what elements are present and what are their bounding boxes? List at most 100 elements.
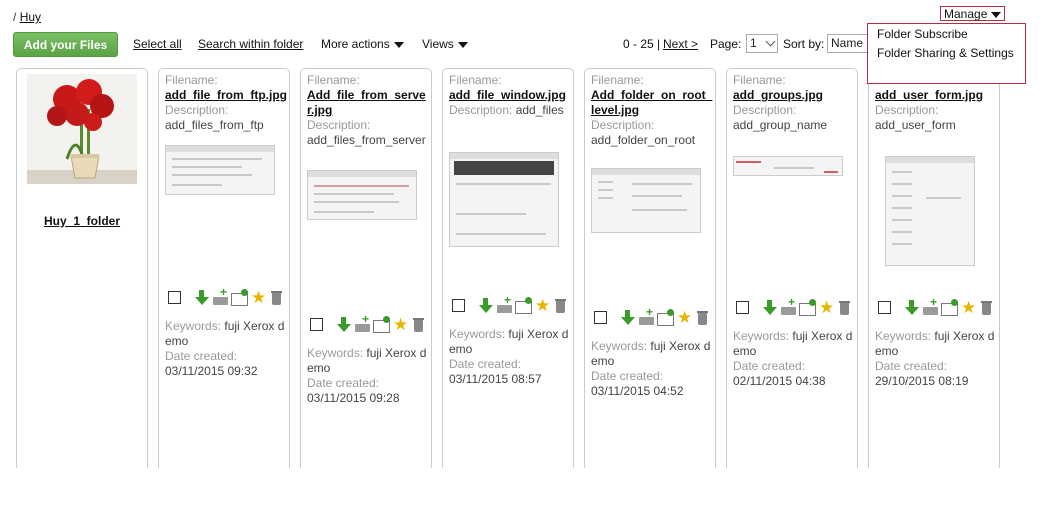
select-checkbox[interactable] bbox=[168, 291, 181, 304]
menu-item-folder-subscribe[interactable]: Folder Subscribe bbox=[877, 27, 1016, 42]
email-icon[interactable] bbox=[373, 316, 390, 333]
file-thumbnail[interactable] bbox=[885, 156, 975, 266]
views-label: Views bbox=[422, 37, 454, 51]
more-actions-label: More actions bbox=[321, 37, 390, 51]
star-icon[interactable]: ★ bbox=[393, 316, 410, 333]
email-icon[interactable] bbox=[657, 309, 674, 326]
email-icon[interactable] bbox=[515, 297, 532, 314]
star-icon[interactable]: ★ bbox=[961, 299, 978, 316]
add-to-basket-icon[interactable] bbox=[780, 295, 797, 316]
file-card: Filename: add_file_window.jpg Descriptio… bbox=[442, 68, 574, 468]
file-thumbnail[interactable] bbox=[733, 156, 843, 176]
sort-label: Sort by: bbox=[783, 37, 825, 51]
file-actions: ★ bbox=[307, 312, 429, 336]
file-actions: ★ bbox=[733, 295, 855, 319]
email-icon[interactable] bbox=[231, 289, 248, 306]
select-checkbox[interactable] bbox=[594, 311, 607, 324]
select-checkbox[interactable] bbox=[310, 318, 323, 331]
file-thumbnail[interactable] bbox=[591, 168, 701, 233]
description-label: Description: bbox=[307, 118, 371, 132]
description-label: Description: bbox=[449, 103, 513, 117]
search-within-folder-link[interactable]: Search within folder bbox=[198, 37, 303, 51]
download-icon[interactable] bbox=[619, 309, 636, 326]
select-checkbox[interactable] bbox=[878, 301, 891, 314]
email-icon[interactable] bbox=[799, 299, 816, 316]
trash-icon[interactable] bbox=[979, 299, 996, 316]
add-to-basket-icon[interactable] bbox=[212, 285, 229, 306]
caret-down-icon bbox=[991, 11, 1002, 18]
file-thumbnail[interactable] bbox=[449, 152, 559, 247]
download-icon[interactable] bbox=[761, 299, 778, 316]
sort-select-value: Name bbox=[831, 36, 864, 50]
select-checkbox[interactable] bbox=[736, 301, 749, 314]
folder-name-link[interactable]: Huy_1_folder bbox=[17, 214, 147, 228]
email-icon[interactable] bbox=[941, 299, 958, 316]
chevron-down-icon bbox=[765, 36, 776, 47]
star-icon[interactable]: ★ bbox=[251, 289, 268, 306]
description-value: add_files_from_server bbox=[307, 133, 426, 147]
page-select[interactable]: 1 bbox=[746, 34, 778, 53]
description-label: Description: bbox=[733, 103, 797, 117]
add-to-basket-icon[interactable] bbox=[354, 312, 371, 333]
file-thumbnail[interactable] bbox=[165, 145, 275, 195]
trash-icon[interactable] bbox=[553, 297, 570, 314]
filename-link[interactable]: Add_file_from_server.jpg bbox=[307, 88, 429, 118]
folder-card[interactable]: Huy_1_folder bbox=[16, 68, 148, 468]
filename-link[interactable]: Add_folder_on_root_level.jpg bbox=[591, 88, 713, 118]
download-icon[interactable] bbox=[193, 289, 210, 306]
trash-icon[interactable] bbox=[269, 289, 286, 306]
manage-dropdown[interactable]: Manage bbox=[940, 6, 1006, 21]
date-created-value: 03/11/2015 09:28 bbox=[307, 391, 400, 405]
keywords-label: Keywords: bbox=[307, 346, 364, 360]
trash-icon[interactable] bbox=[837, 299, 854, 316]
filename-link[interactable]: add_groups.jpg bbox=[733, 88, 855, 103]
file-card: Filename: add_file_from_ftp.jpg Descript… bbox=[158, 68, 290, 468]
description-value: add_files bbox=[515, 103, 564, 117]
keywords-label: Keywords: bbox=[591, 339, 648, 353]
manage-label: Manage bbox=[944, 7, 988, 21]
file-card: Filename: Add_file_from_server.jpg Descr… bbox=[300, 68, 432, 468]
select-checkbox[interactable] bbox=[452, 299, 465, 312]
star-icon[interactable]: ★ bbox=[677, 309, 694, 326]
download-icon[interactable] bbox=[335, 316, 352, 333]
breadcrumb-link-huy[interactable]: Huy bbox=[20, 10, 41, 24]
trash-icon[interactable] bbox=[411, 316, 428, 333]
trash-icon[interactable] bbox=[695, 309, 712, 326]
more-actions-dropdown[interactable]: More actions bbox=[321, 37, 404, 51]
date-created-label: Date created: bbox=[449, 357, 522, 371]
file-actions: ★ bbox=[875, 295, 997, 319]
file-card: Filename: add_user_form.jpg Description:… bbox=[868, 68, 1000, 468]
views-dropdown[interactable]: Views bbox=[422, 37, 468, 51]
date-created-label: Date created: bbox=[591, 369, 664, 383]
date-created-label: Date created: bbox=[165, 349, 238, 363]
manage-menu: Folder Subscribe Folder Sharing & Settin… bbox=[867, 23, 1026, 84]
page-label: Page: bbox=[710, 37, 742, 51]
download-icon[interactable] bbox=[477, 297, 494, 314]
select-all-link[interactable]: Select all bbox=[133, 37, 182, 51]
file-actions: ★ bbox=[165, 285, 287, 309]
star-icon[interactable]: ★ bbox=[819, 299, 836, 316]
description-value: add_folder_on_root bbox=[591, 133, 696, 147]
filename-link[interactable]: add_user_form.jpg bbox=[875, 88, 997, 103]
next-page-link[interactable]: Next > bbox=[663, 37, 698, 51]
description-value: add_group_name bbox=[733, 118, 828, 132]
description-label: Description: bbox=[591, 118, 655, 132]
file-thumbnail[interactable] bbox=[307, 170, 417, 220]
filename-label: Filename: bbox=[449, 73, 502, 87]
add-to-basket-icon[interactable] bbox=[922, 295, 939, 316]
filename-link[interactable]: add_file_window.jpg bbox=[449, 88, 571, 103]
menu-item-folder-sharing-settings[interactable]: Folder Sharing & Settings bbox=[877, 46, 1016, 61]
filename-label: Filename: bbox=[733, 73, 786, 87]
add-files-button[interactable]: Add your Files bbox=[13, 32, 118, 57]
filename-link[interactable]: add_file_from_ftp.jpg bbox=[165, 88, 287, 103]
keywords-label: Keywords: bbox=[449, 327, 506, 341]
star-icon[interactable]: ★ bbox=[535, 297, 552, 314]
date-created-value: 03/11/2015 08:57 bbox=[449, 372, 542, 386]
add-to-basket-icon[interactable] bbox=[496, 293, 513, 314]
page-select-value: 1 bbox=[750, 36, 757, 50]
date-created-label: Date created: bbox=[307, 376, 380, 390]
folder-thumbnail-image[interactable] bbox=[27, 74, 137, 184]
download-icon[interactable] bbox=[903, 299, 920, 316]
add-to-basket-icon[interactable] bbox=[638, 305, 655, 326]
date-created-value: 29/10/2015 08:19 bbox=[875, 374, 969, 388]
